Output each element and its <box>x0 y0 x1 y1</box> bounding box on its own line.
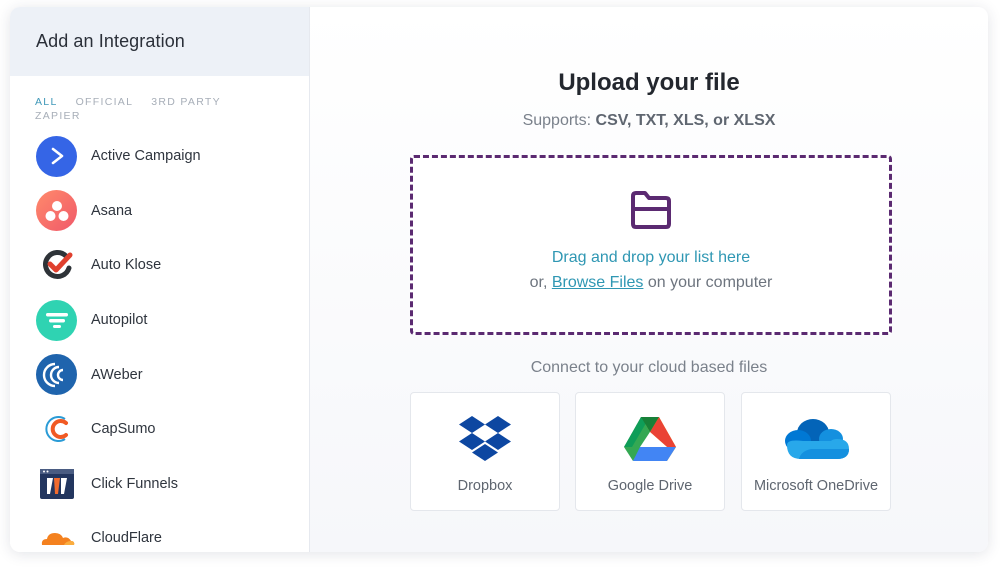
integration-name: Asana <box>91 202 133 219</box>
sidebar-header: Add an Integration <box>10 7 309 76</box>
filter-tab-all[interactable]: ALL <box>35 95 58 109</box>
integration-item-click-funnels[interactable]: Click Funnels <box>10 457 309 512</box>
integration-item-asana[interactable]: Asana <box>10 184 309 239</box>
dropbox-icon <box>411 415 559 461</box>
onedrive-button[interactable]: Microsoft OneDrive <box>741 392 891 511</box>
integration-name: Auto Klose <box>91 257 162 274</box>
integration-item-capsumo[interactable]: CapSumo <box>10 402 309 457</box>
integration-item-auto-klose[interactable]: Auto Klose <box>10 238 309 293</box>
drag-drop-text: Drag and drop your list here <box>551 249 751 266</box>
integration-sidebar: Add an Integration ALL OFFICIAL 3RD PARTY Z… <box>10 7 310 552</box>
filter-tab-official[interactable]: OFFICIAL <box>76 95 134 109</box>
click-funnels-icon <box>36 463 77 504</box>
integration-name: CloudFlare <box>91 530 162 547</box>
browse-line: or, Browse Files on your computer <box>413 274 889 292</box>
integration-item-autopilot[interactable]: Autopilot <box>10 293 309 348</box>
supports-prefix: Supports: <box>522 112 596 129</box>
google-drive-label: Google Drive <box>607 478 693 494</box>
integration-filter-tabs: ALL OFFICIAL 3RD PARTY ZAPIER <box>10 76 265 123</box>
integration-name: AWeber <box>91 366 143 383</box>
upload-panel: Upload your file Supports: CSV, TXT, XLS… <box>310 7 988 552</box>
browse-suffix: on your computer <box>643 274 773 291</box>
capsumo-icon <box>36 409 77 450</box>
cloud-connect-label: Connect to your cloud based files <box>530 359 768 376</box>
integration-name: CapSumo <box>91 421 156 438</box>
google-drive-button[interactable]: Google Drive <box>575 392 725 511</box>
active-campaign-icon <box>36 135 77 177</box>
sidebar-title: Add an Integration <box>36 31 185 51</box>
integration-list: Active Campaign Asana Auto Klose Autopil… <box>10 129 309 552</box>
supported-formats: Supports: CSV, TXT, XLS, or XLSX <box>310 112 988 130</box>
upload-title: Upload your file <box>558 69 740 96</box>
integration-name: Click Funnels <box>91 475 179 492</box>
integration-item-aweber[interactable]: AWeber <box>10 347 309 402</box>
integration-name: Active Campaign <box>91 148 201 165</box>
integration-name: Autopilot <box>91 312 148 329</box>
dropbox-button[interactable]: Dropbox <box>410 392 560 511</box>
google-drive-icon <box>576 415 724 461</box>
autopilot-icon <box>36 299 77 341</box>
filter-tab-zapier[interactable]: ZAPIER <box>35 109 81 123</box>
browse-files-link[interactable]: Browse Files <box>552 274 644 291</box>
asana-icon <box>36 190 77 232</box>
auto-klose-icon <box>36 245 77 286</box>
dropbox-label: Dropbox <box>457 478 513 494</box>
cloudflare-icon <box>36 518 77 552</box>
browse-prefix: or, <box>529 274 552 291</box>
onedrive-icon <box>742 415 890 461</box>
onedrive-label: Microsoft OneDrive <box>753 478 879 494</box>
integration-dialog: Add an Integration ALL OFFICIAL 3RD PARTY Z… <box>10 7 988 552</box>
integration-item-cloudflare[interactable]: CloudFlare <box>10 511 309 552</box>
aweber-icon <box>36 354 77 396</box>
folder-icon <box>628 190 674 235</box>
integration-item-active-campaign[interactable]: Active Campaign <box>10 129 309 184</box>
file-dropzone[interactable]: Drag and drop your list here or, Browse … <box>410 155 892 335</box>
supports-formats: CSV, TXT, XLS, or XLSX <box>595 112 776 129</box>
filter-tab-3rd-party[interactable]: 3RD PARTY <box>151 95 221 109</box>
